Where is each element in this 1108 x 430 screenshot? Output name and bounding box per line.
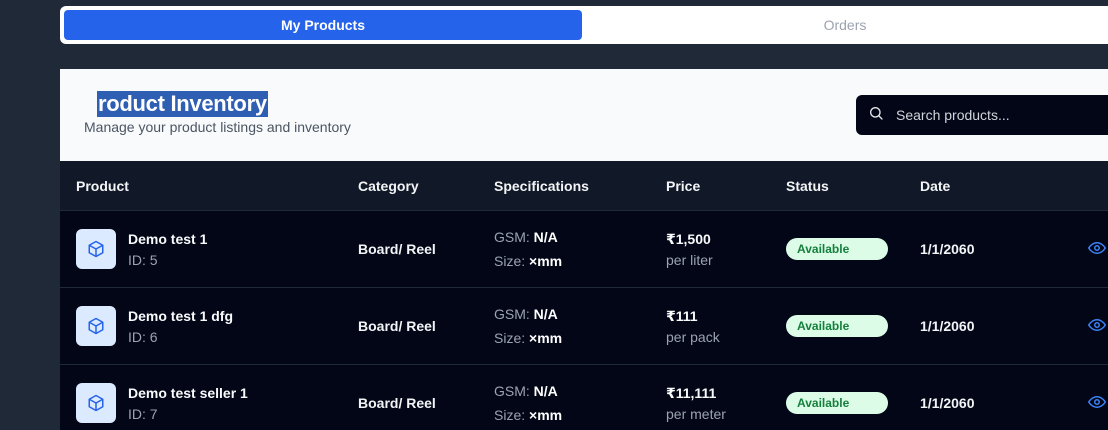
box-icon bbox=[76, 229, 116, 269]
status-badge: Available bbox=[786, 238, 888, 260]
box-icon bbox=[76, 383, 116, 423]
product-price: ₹11,111 bbox=[666, 385, 717, 401]
price-unit: per meter bbox=[666, 406, 726, 422]
product-price: ₹1,500 bbox=[666, 231, 711, 247]
product-category: Board/ Reel bbox=[358, 395, 436, 411]
tab-bar: My Products Orders bbox=[60, 6, 1108, 44]
column-header-price: Price bbox=[666, 178, 701, 194]
table-row[interactable]: Demo test 1 dfg ID: 6 Board/ Reel GSM: N… bbox=[60, 288, 1108, 365]
column-header-category: Category bbox=[358, 178, 419, 194]
spec-size: Size: ×mm bbox=[494, 407, 563, 423]
column-header-specifications: Specifications bbox=[494, 178, 589, 194]
main-content: My Products Orders roduct Inventory Mana… bbox=[60, 0, 1108, 430]
search-input[interactable] bbox=[896, 107, 1096, 123]
spec-gsm: GSM: N/A bbox=[494, 229, 558, 245]
products-table: Product Category Specifications Price St… bbox=[60, 161, 1108, 430]
product-price: ₹111 bbox=[666, 308, 698, 324]
spec-gsm: GSM: N/A bbox=[494, 306, 558, 322]
tab-my-products[interactable]: My Products bbox=[64, 10, 582, 40]
column-header-status: Status bbox=[786, 178, 829, 194]
product-category: Board/ Reel bbox=[358, 318, 436, 334]
price-unit: per pack bbox=[666, 329, 720, 345]
status-badge: Available bbox=[786, 315, 888, 337]
status-badge: Available bbox=[786, 392, 888, 414]
spec-size: Size: ×mm bbox=[494, 253, 563, 269]
column-header-product: Product bbox=[76, 178, 129, 194]
eye-icon[interactable] bbox=[1088, 395, 1106, 409]
page-subtitle: Manage your product listings and invento… bbox=[84, 119, 351, 135]
eye-icon[interactable] bbox=[1088, 241, 1106, 255]
product-name: Demo test 1 dfg bbox=[128, 308, 234, 324]
tab-orders[interactable]: Orders bbox=[586, 10, 1104, 40]
table-row[interactable]: Demo test seller 1 ID: 7 Board/ Reel GSM… bbox=[60, 365, 1108, 430]
price-unit: per liter bbox=[666, 252, 713, 268]
product-id: ID: 5 bbox=[128, 252, 158, 268]
column-header-date: Date bbox=[920, 178, 951, 194]
page-header: roduct Inventory Manage your product lis… bbox=[60, 69, 1108, 161]
box-icon bbox=[76, 306, 116, 346]
eye-icon[interactable] bbox=[1088, 318, 1106, 332]
product-name: Demo test 1 bbox=[128, 231, 208, 247]
product-date: 1/1/2060 bbox=[920, 318, 975, 334]
spec-gsm: GSM: N/A bbox=[494, 383, 558, 399]
table-header: Product Category Specifications Price St… bbox=[60, 161, 1108, 211]
product-date: 1/1/2060 bbox=[920, 395, 975, 411]
product-id: ID: 7 bbox=[128, 406, 158, 422]
search-box[interactable] bbox=[856, 95, 1108, 135]
page-title: roduct Inventory bbox=[97, 91, 268, 117]
product-date: 1/1/2060 bbox=[920, 241, 975, 257]
search-icon bbox=[868, 105, 884, 126]
product-category: Board/ Reel bbox=[358, 241, 436, 257]
product-id: ID: 6 bbox=[128, 329, 158, 345]
table-row[interactable]: Demo test 1 ID: 5 Board/ Reel GSM: N/A S… bbox=[60, 211, 1108, 288]
product-name: Demo test seller 1 bbox=[128, 385, 248, 401]
spec-size: Size: ×mm bbox=[494, 330, 563, 346]
